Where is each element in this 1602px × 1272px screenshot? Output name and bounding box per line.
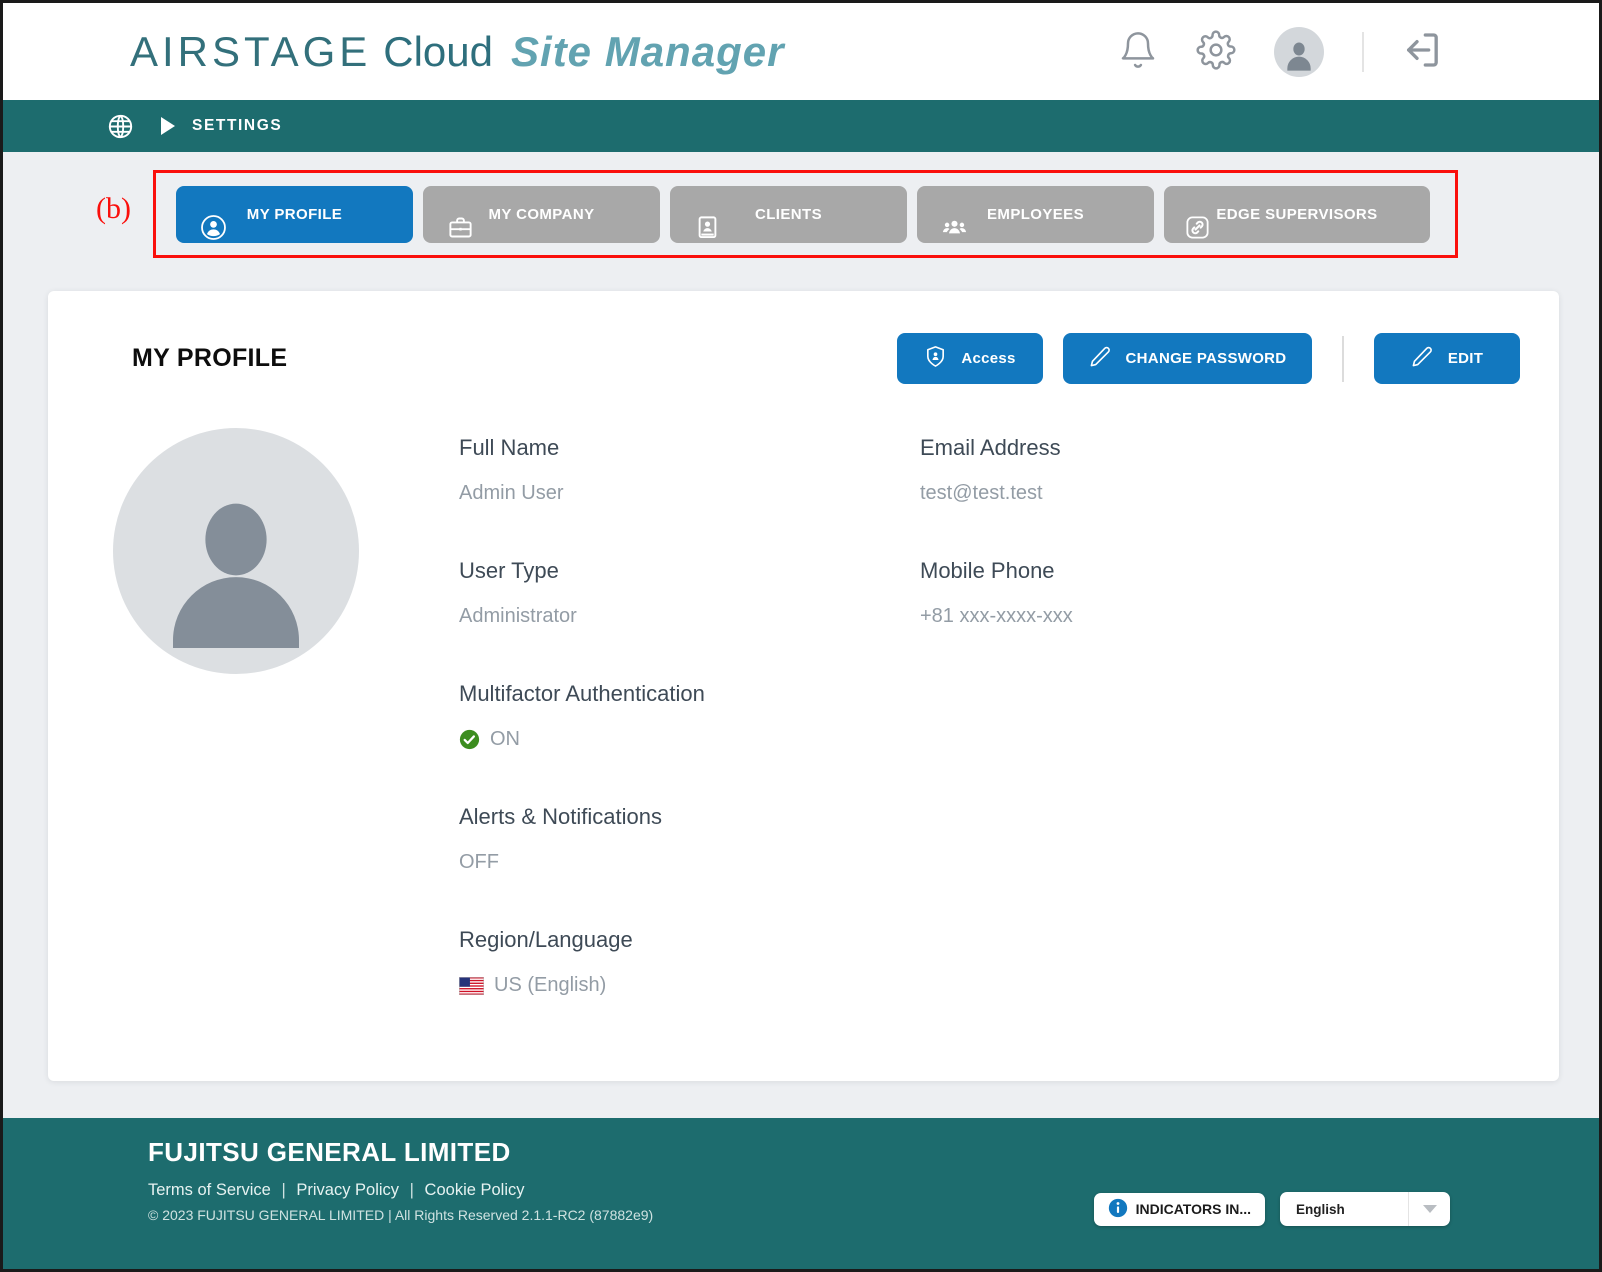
- settings-button[interactable]: [1196, 30, 1236, 73]
- bell-icon: [1118, 30, 1158, 73]
- edit-button-label: EDIT: [1448, 350, 1483, 367]
- field-label: Full Name: [459, 435, 899, 461]
- pencil-icon: [1411, 345, 1434, 372]
- field-label: Region/Language: [459, 927, 899, 953]
- footer-company-name: FUJITSU GENERAL LIMITED: [148, 1137, 653, 1168]
- tab-label: MY PROFILE: [247, 206, 342, 223]
- field-value: Administrator: [459, 605, 899, 628]
- pencil-icon: [1089, 345, 1112, 372]
- brand-logo: AIRSTAGE Cloud Site Manager: [130, 28, 784, 76]
- field-full-name: Full Name Admin User: [459, 435, 899, 505]
- change-password-button[interactable]: CHANGE PASSWORD: [1063, 333, 1312, 384]
- annotation-red-box: MY PROFILE MY COMPANY: [153, 170, 1458, 258]
- actions-divider: [1342, 336, 1344, 382]
- app-footer: FUJITSU GENERAL LIMITED Terms of Service…: [3, 1118, 1599, 1269]
- app-window: AIRSTAGE Cloud Site Manager: [0, 0, 1602, 1272]
- field-label: Mobile Phone: [920, 558, 1360, 584]
- footer-company-block: FUJITSU GENERAL LIMITED Terms of Service…: [148, 1137, 653, 1223]
- info-icon: [1108, 1198, 1128, 1221]
- app-header: AIRSTAGE Cloud Site Manager: [3, 3, 1599, 100]
- profile-fields-left: Full Name Admin User User Type Administr…: [459, 435, 899, 1050]
- field-value: US (English): [459, 974, 899, 997]
- tab-label: MY COMPANY: [489, 206, 595, 223]
- brand-cloud: Cloud: [383, 28, 493, 76]
- field-label: User Type: [459, 558, 899, 584]
- gear-icon: [1196, 30, 1236, 73]
- region-value: US (English): [494, 974, 606, 997]
- field-alerts: Alerts & Notifications OFF: [459, 804, 899, 874]
- terms-of-service-link[interactable]: Terms of Service: [148, 1181, 271, 1199]
- language-select[interactable]: English: [1280, 1192, 1450, 1226]
- header-divider: [1362, 32, 1364, 72]
- footer-copyright: © 2023 FUJITSU GENERAL LIMITED | All Rig…: [148, 1207, 653, 1223]
- breadcrumb-bar: SETTINGS: [3, 100, 1599, 152]
- person-silhouette-icon: [131, 459, 341, 674]
- header-actions: [1118, 27, 1442, 77]
- field-region-language: Region/Language: [459, 927, 899, 997]
- field-label: Alerts & Notifications: [459, 804, 899, 830]
- chevron-down-icon: [1423, 1205, 1437, 1213]
- brand-airstage: AIRSTAGE: [130, 28, 371, 76]
- field-value: test@test.test: [920, 482, 1360, 505]
- annotation-label: (b): [96, 192, 131, 226]
- user-avatar-icon: [1279, 34, 1319, 77]
- check-circle-icon: [459, 729, 480, 750]
- field-value: +81 xxx-xxxx-xxx: [920, 605, 1360, 628]
- page-title: MY PROFILE: [132, 344, 287, 373]
- edit-button[interactable]: EDIT: [1374, 333, 1520, 384]
- tab-label: EDGE SUPERVISORS: [1216, 206, 1377, 223]
- breadcrumb-settings[interactable]: SETTINGS: [192, 117, 282, 135]
- field-mfa: Multifactor Authentication ON: [459, 681, 899, 751]
- logout-button[interactable]: [1402, 30, 1442, 73]
- link-separator: |: [281, 1181, 285, 1199]
- brand-product-name: Site Manager: [511, 28, 784, 76]
- field-label: Email Address: [920, 435, 1360, 461]
- profile-avatar: [113, 428, 359, 674]
- footer-controls: INDICATORS IN... English: [1094, 1192, 1450, 1226]
- profile-fields-right: Email Address test@test.test Mobile Phon…: [920, 435, 1360, 681]
- tab-edge-supervisors[interactable]: EDGE SUPERVISORS: [1164, 186, 1430, 243]
- tab-clients[interactable]: CLIENTS: [670, 186, 907, 243]
- link-separator: |: [410, 1181, 414, 1199]
- field-label: Multifactor Authentication: [459, 681, 899, 707]
- shield-person-icon: [924, 345, 947, 372]
- field-mobile-phone: Mobile Phone +81 xxx-xxxx-xxx: [920, 558, 1360, 628]
- mfa-status: ON: [490, 728, 520, 751]
- change-password-button-label: CHANGE PASSWORD: [1126, 350, 1287, 367]
- tab-label: EMPLOYEES: [987, 206, 1084, 223]
- field-value: ON: [459, 728, 899, 751]
- us-flag-icon: [459, 977, 484, 995]
- tab-my-profile[interactable]: MY PROFILE: [176, 186, 413, 243]
- tab-my-company[interactable]: MY COMPANY: [423, 186, 660, 243]
- triangle-right-icon: [161, 117, 175, 135]
- field-user-type: User Type Administrator: [459, 558, 899, 628]
- profile-actions: Access CHANGE PASSWORD: [897, 333, 1520, 384]
- account-avatar-button[interactable]: [1274, 27, 1324, 77]
- alerts-status: OFF: [459, 851, 899, 874]
- profile-card: MY PROFILE Access: [48, 291, 1559, 1081]
- logout-icon: [1402, 30, 1442, 73]
- access-button-label: Access: [961, 350, 1015, 367]
- privacy-policy-link[interactable]: Privacy Policy: [296, 1181, 399, 1199]
- field-value: Admin User: [459, 482, 899, 505]
- tab-employees[interactable]: EMPLOYEES: [917, 186, 1154, 243]
- profile-card-header: MY PROFILE Access: [48, 291, 1559, 384]
- footer-links: Terms of Service | Privacy Policy | Cook…: [148, 1181, 653, 1200]
- tab-strip: (b) MY PROFILE: [3, 152, 1599, 270]
- tab-label: CLIENTS: [755, 206, 822, 223]
- language-select-value: English: [1280, 1202, 1408, 1217]
- notifications-button[interactable]: [1118, 30, 1158, 73]
- language-select-toggle[interactable]: [1408, 1192, 1450, 1226]
- cookie-policy-link[interactable]: Cookie Policy: [425, 1181, 525, 1199]
- indicators-button-label: INDICATORS IN...: [1136, 1201, 1251, 1217]
- globe-icon: [107, 113, 134, 140]
- indicators-info-button[interactable]: INDICATORS IN...: [1094, 1193, 1265, 1226]
- field-email: Email Address test@test.test: [920, 435, 1360, 505]
- access-button[interactable]: Access: [897, 333, 1043, 384]
